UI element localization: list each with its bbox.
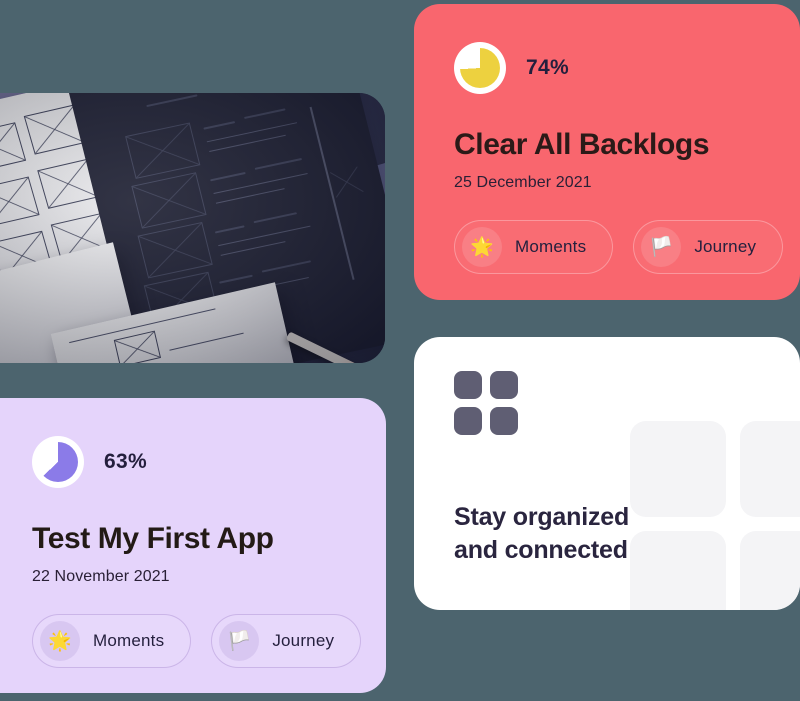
tag-label: Journey [694,237,757,256]
glowing-star-icon: 🌟 [40,621,80,661]
grid-tile [490,371,518,399]
progress-percent-label: 74% [526,56,569,79]
tag-moments[interactable]: 🌟 Moments [454,220,614,274]
white-flag-icon: 🏳️ [219,621,260,661]
card-title: Clear All Backlogs [454,128,710,161]
tag-journey[interactable]: 🏳️ Journey [211,614,362,668]
promo-title-line-2: and connected [454,536,628,564]
progress-stat-row: 63% [32,436,386,488]
tag-label: Journey [272,631,335,650]
grid-tile [454,407,482,435]
pie-slice-completed [460,48,500,88]
promo-card-stay-organized[interactable]: Stay organized and connected [414,337,800,610]
tag-label: Moments [93,631,165,650]
card-date: 25 December 2021 [454,174,592,191]
grid-tile [454,371,482,399]
photo-scene [0,93,385,363]
card-board: 74% Clear All Backlogs 25 December 2021 … [0,0,800,701]
progress-percent-label: 63% [104,450,147,473]
glowing-star-icon: 🌟 [462,227,502,267]
tag-label: Moments [515,237,587,256]
task-card-test-my-first-app[interactable]: 63% Test My First App 22 November 2021 🌟… [0,398,386,693]
grid-2x2-icon [454,371,800,435]
pie-slice-completed [38,442,78,482]
white-flag-icon: 🏳️ [641,227,682,267]
card-title: Test My First App [32,522,274,555]
tag-journey[interactable]: 🏳️ Journey [633,220,784,274]
card-date: 22 November 2021 [32,568,170,585]
tag-moments[interactable]: 🌟 Moments [32,614,192,668]
decor-square [740,531,800,610]
wireframe-sketches-photo-card[interactable] [0,93,385,363]
promo-title: Stay organized and connected [454,501,734,567]
tag-row: 🌟 Moments 🏳️ Journey [32,614,386,668]
decor-square [740,421,800,517]
promo-title-line-1: Stay organized [454,503,630,531]
progress-stat-row: 74% [454,42,800,94]
grid-tile [490,407,518,435]
task-card-clear-all-backlogs[interactable]: 74% Clear All Backlogs 25 December 2021 … [414,4,800,300]
progress-pie-chart [32,436,84,488]
tag-row: 🌟 Moments 🏳️ Journey [454,220,800,274]
progress-pie-chart [454,42,506,94]
